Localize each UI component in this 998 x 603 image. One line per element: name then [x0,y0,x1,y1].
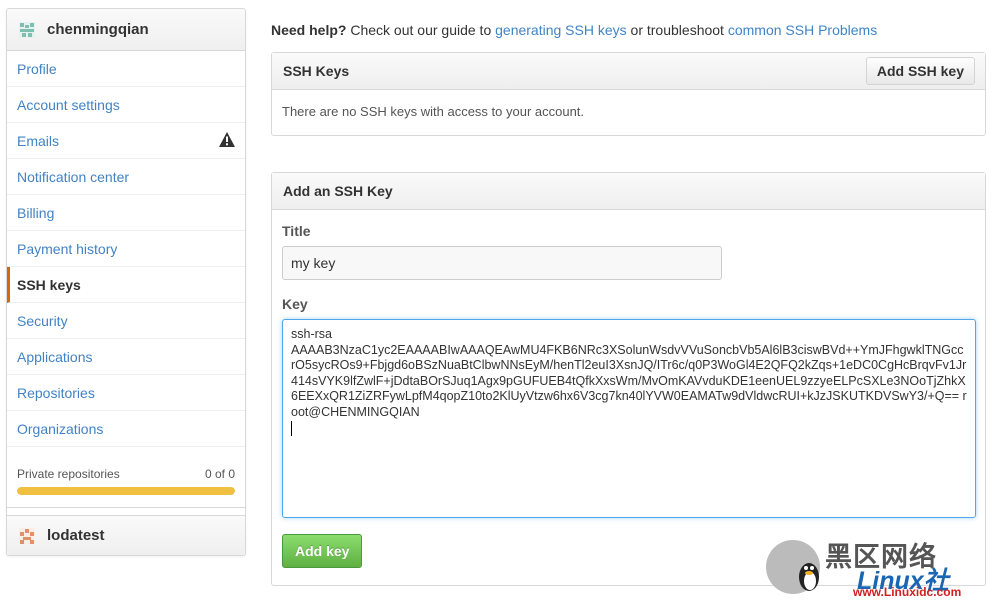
sidebar-item-label: Billing [17,204,55,221]
sidebar-item-organizations[interactable]: Organizations [7,411,245,447]
user-avatar [19,21,35,38]
sidebar-item-notification-center[interactable]: Notification center [7,159,245,195]
sidebar-item-label: SSH keys [17,276,81,293]
sidebar-item-billing[interactable]: Billing [7,195,245,231]
add-ssh-key-title: Add an SSH Key [283,183,393,199]
sidebar-item-label: Notification center [17,168,130,185]
sidebar-item-payment-history[interactable]: Payment history [7,231,245,267]
sidebar-item-repositories[interactable]: Repositories [7,375,245,411]
help-prefix: Need help? [271,22,347,38]
user-header[interactable]: chenmingqian [7,9,245,51]
private-repos-progress [17,487,235,495]
org-avatar [19,527,35,544]
private-repos-count: 0 of 0 [204,467,235,481]
ssh-keys-title: SSH Keys [283,63,350,79]
sidebar-item-label: Applications [17,348,93,365]
sidebar-item-label: Repositories [17,384,95,401]
organization-item[interactable]: lodatest [7,515,245,555]
sidebar-item-ssh-keys[interactable]: SSH keys [7,267,245,303]
sidebar-item-account-settings[interactable]: Account settings [7,87,245,123]
sidebar-item-security[interactable]: Security [7,303,245,339]
key-textarea-value: ssh-rsa AAAAB3NzaC1yc2EAAAABIwAAAQEAwMU4… [291,327,967,419]
sidebar-item-label: Emails [17,132,60,149]
no-keys-message: There are no SSH keys with access to you… [282,104,585,119]
sidebar-item-applications[interactable]: Applications [7,339,245,375]
watermark: 黑区网络 Linux社 www.Linuxidc.com [765,535,995,601]
title-input[interactable]: my key [282,246,722,280]
sidebar-item-profile[interactable]: Profile [7,51,245,87]
help-text-1: Check out our guide to [346,22,496,38]
generating-ssh-keys-link[interactable]: generating SSH keys [495,22,627,38]
private-repos-usage: Private repositories 0 of 0 [7,447,245,508]
penguin-logo-icon [766,540,820,594]
add-ssh-key-form: Title my key Key ssh-rsa AAAAB3NzaC1yc2E… [272,210,985,582]
title-label: Title [282,223,311,239]
organization-name: lodatest [47,527,105,544]
add-ssh-key-button[interactable]: Add SSH key [865,57,975,85]
key-textarea[interactable]: ssh-rsa AAAAB3NzaC1yc2EAAAABIwAAAQEAwMU4… [282,319,976,518]
warning-icon [219,131,235,150]
private-repos-label: Private repositories [17,467,120,481]
help-text-2: or troubleshoot [626,22,728,38]
settings-sidebar: chenmingqian Profile Account settings Em… [6,8,246,556]
sidebar-item-emails[interactable]: Emails [7,123,245,159]
ssh-keys-panel: SSH Keys Add SSH key There are no SSH ke… [271,52,986,136]
help-text: Need help? Check out our guide to genera… [271,22,877,38]
sidebar-item-label: Account settings [17,96,120,113]
sidebar-item-label: Security [17,312,68,329]
watermark-url: www.Linuxidc.com [853,585,962,599]
sidebar-item-label: Profile [17,60,57,77]
add-ssh-key-header: Add an SSH Key [272,173,985,210]
text-cursor [291,420,292,436]
progress-fill [17,487,235,495]
add-key-button[interactable]: Add key [282,534,363,568]
common-ssh-problems-link[interactable]: common SSH Problems [728,22,877,38]
settings-nav: Profile Account settings Emails Notifica… [7,51,245,447]
sidebar-item-label: Payment history [17,240,118,257]
add-ssh-key-panel: Add an SSH Key Title my key Key ssh-rsa … [271,172,986,586]
username-label: chenmingqian [47,21,149,38]
sidebar-item-label: Organizations [17,420,104,437]
key-label: Key [282,296,308,312]
ssh-keys-header: SSH Keys Add SSH key [272,53,985,90]
title-input-value: my key [291,255,336,271]
